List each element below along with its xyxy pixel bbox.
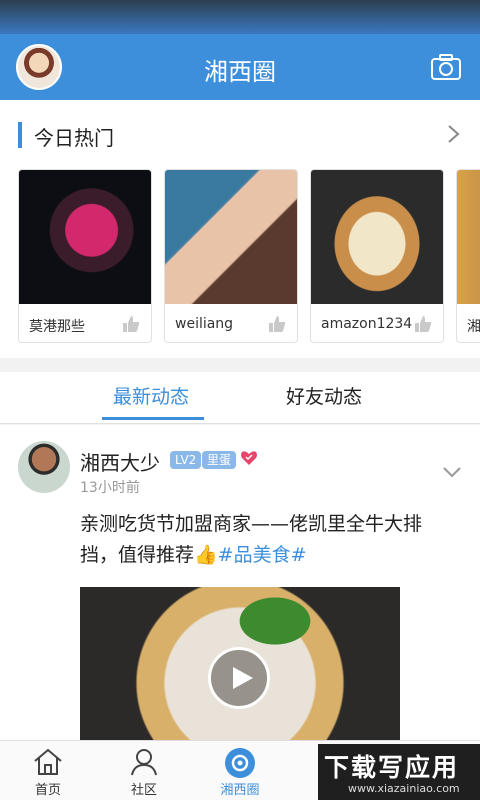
hot-card[interactable]: 湘 — [456, 169, 480, 343]
hot-image-fireworks — [19, 170, 151, 304]
nav-label: 湘西圈 — [220, 783, 260, 798]
chevron-down-icon[interactable] — [442, 465, 462, 479]
hot-image-food — [457, 170, 480, 304]
post-avatar[interactable] — [18, 441, 70, 493]
camera-icon[interactable] — [430, 51, 462, 83]
nav-home[interactable]: 首页 — [0, 741, 96, 800]
hot-card-name: 莫港那些 — [29, 319, 85, 335]
role-badge: 里蛋 — [202, 451, 237, 469]
heart-badge-icon — [241, 451, 257, 465]
hot-card[interactable]: amazon1234 — [310, 169, 444, 343]
tab-friends[interactable]: 好友动态 — [286, 382, 362, 409]
hot-card-name: 湘 — [467, 319, 480, 335]
page-title: 湘西圈 — [204, 58, 276, 86]
app-header: 湘西圈 — [0, 34, 480, 100]
nav-label: 社区 — [130, 783, 157, 798]
home-icon — [34, 748, 62, 775]
post-video-thumbnail[interactable] — [80, 587, 400, 740]
thumbs-up-icon[interactable] — [121, 314, 141, 334]
chevron-right-icon[interactable] — [446, 124, 462, 144]
tab-latest[interactable]: 最新动态 — [113, 382, 189, 409]
hot-card-name: amazon1234 — [321, 316, 413, 332]
thumbs-up-icon[interactable] — [267, 314, 287, 334]
post-author[interactable]: 湘西大少 — [80, 447, 160, 476]
nav-label: 首页 — [34, 783, 61, 798]
watermark-text: 下载写应用 — [324, 753, 460, 782]
status-bar — [0, 0, 480, 34]
watermark: 下载写应用 www.xiazainiao.com — [318, 744, 480, 800]
watermark-url: www.xiazainiao.com — [348, 782, 460, 795]
hot-image-selfie — [165, 170, 297, 304]
hot-card-name: weiliang — [175, 316, 234, 332]
tab-indicator — [102, 417, 204, 420]
garnish-image — [230, 591, 320, 651]
section-accent-bar — [18, 122, 22, 148]
hot-cards: 莫港那些 weiliang amazon1234 湘 — [18, 169, 480, 343]
hot-image-hotpot — [311, 170, 443, 304]
hot-card[interactable]: weiliang — [164, 169, 298, 343]
thumbs-up-icon[interactable] — [413, 314, 433, 334]
post-time: 13小时前 — [80, 480, 140, 496]
community-icon — [131, 749, 157, 776]
circle-icon — [225, 748, 255, 778]
hot-card[interactable]: 莫港那些 — [18, 169, 152, 343]
nav-circle[interactable]: 湘西圈 — [192, 741, 288, 800]
post-text: 亲测吃货节加盟商家——佬凯里全牛大排挡，值得推荐👍#品美食# — [80, 509, 450, 571]
feed-tabs: 最新动态 好友动态 — [0, 372, 480, 424]
level-badge: LV2 — [170, 451, 202, 469]
hot-title: 今日热门 — [34, 126, 114, 150]
play-button[interactable] — [208, 647, 270, 709]
play-icon — [233, 667, 253, 689]
hot-section: 今日热门 莫港那些 weiliang amazon1234 湘 — [0, 100, 480, 358]
nav-community[interactable]: 社区 — [96, 741, 192, 800]
post-hashtag[interactable]: #品美食# — [218, 544, 307, 566]
feed: 湘西大少 LV2 里蛋 13小时前 亲测吃货节加盟商家——佬凯里全牛大排挡，值得… — [0, 425, 480, 740]
